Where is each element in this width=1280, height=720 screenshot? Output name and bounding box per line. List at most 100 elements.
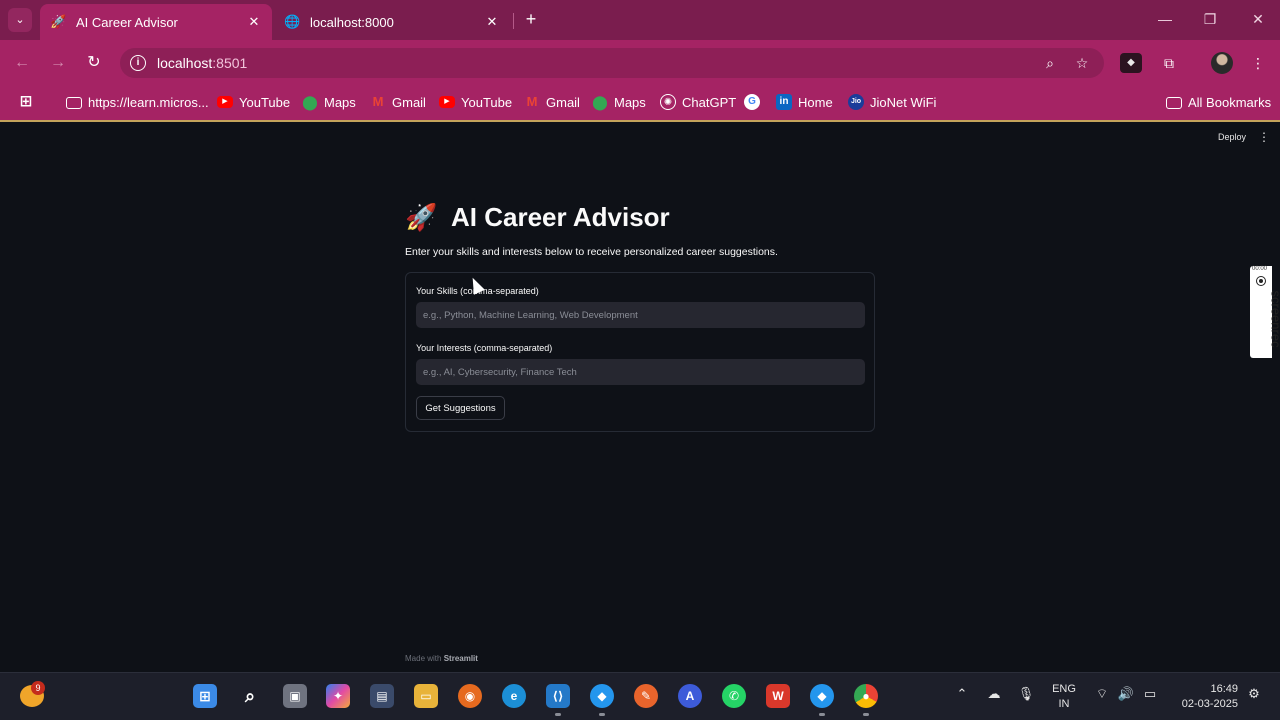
copilot-icon[interactable]: ✦ bbox=[326, 684, 350, 708]
rocket-icon: 🚀 bbox=[405, 202, 438, 232]
bookmark-label: Gmail bbox=[392, 94, 426, 110]
deploy-button[interactable]: Deploy bbox=[1212, 130, 1252, 144]
youtube-icon: ▶ bbox=[439, 96, 455, 108]
bookmark-chatgpt[interactable]: ✺ ChatGPT bbox=[660, 92, 736, 112]
zoom-search-icon[interactable]: ⌕ bbox=[1040, 53, 1060, 73]
start-windows-icon[interactable]: ⊞ bbox=[193, 684, 217, 708]
wifi-icon[interactable]: ⌔ bbox=[1092, 686, 1112, 702]
tab-divider bbox=[513, 13, 514, 29]
bookmark-linkedin[interactable]: in Home bbox=[776, 92, 833, 112]
folder-icon bbox=[1166, 97, 1182, 109]
bookmark-youtube[interactable]: ▶ YouTube bbox=[217, 92, 290, 112]
screenrec-label: screenrec bbox=[1268, 290, 1280, 348]
back-arrow-icon[interactable]: ← bbox=[10, 51, 34, 75]
page-subtitle: Enter your skills and interests below to… bbox=[405, 246, 778, 258]
bookmark-label: ChatGPT bbox=[682, 94, 737, 110]
maps-icon: ⬤ bbox=[592, 94, 608, 110]
tab-search-button[interactable]: ⌄ bbox=[8, 8, 32, 32]
language-indicator[interactable]: ENG IN bbox=[1051, 682, 1077, 712]
bookmark-maps[interactable]: ⬤ Maps bbox=[302, 92, 356, 112]
globe-icon: 🌐 bbox=[284, 14, 301, 29]
docker-desktop-icon[interactable]: ◆ bbox=[810, 684, 834, 708]
apps-grid-icon[interactable]: ⊞ bbox=[18, 92, 40, 112]
notification-center-icon[interactable]: ⚙ bbox=[1244, 686, 1264, 702]
tab-ai-career-advisor[interactable]: 🚀 AI Career Advisor ✕ bbox=[40, 4, 272, 40]
bookmark-label: YouTube bbox=[461, 94, 513, 110]
interests-label: Your Interests (comma-separated) bbox=[416, 343, 553, 353]
clock-time: 16:49 bbox=[1210, 683, 1238, 695]
postman-icon[interactable]: ✎ bbox=[634, 684, 658, 708]
bookmark-youtube-2[interactable]: ▶ YouTube bbox=[439, 92, 512, 112]
footer: Made with Streamlit bbox=[405, 654, 478, 663]
extensions-puzzle-icon[interactable]: ⧉ bbox=[1157, 51, 1181, 75]
file-explorer-icon[interactable]: ▭ bbox=[414, 684, 438, 708]
volume-icon[interactable]: 🔊 bbox=[1116, 686, 1136, 702]
close-icon[interactable]: ✕ bbox=[246, 14, 262, 30]
folder-icon bbox=[66, 97, 82, 109]
gmail-icon: M bbox=[526, 94, 538, 109]
screenrec-timer: 00:00 bbox=[1252, 266, 1268, 272]
clock-date: 02-03-2025 bbox=[1181, 698, 1238, 710]
onedrive-icon[interactable]: ☁ bbox=[984, 686, 1004, 702]
maps-icon: ⬤ bbox=[302, 94, 318, 110]
store-icon[interactable]: ▤ bbox=[370, 684, 394, 708]
bookmark-folder[interactable]: https://learn.micros... bbox=[66, 92, 209, 112]
wps-office-icon[interactable]: W bbox=[766, 684, 790, 708]
search-icon[interactable]: ⌕ bbox=[238, 684, 262, 708]
address-url[interactable]: localhost:8501 bbox=[157, 55, 247, 71]
profile-avatar[interactable] bbox=[1211, 52, 1233, 74]
bookmark-label: Gmail bbox=[546, 94, 580, 110]
battery-icon[interactable]: ▭ bbox=[1140, 686, 1160, 702]
language-line2: IN bbox=[1058, 698, 1070, 710]
show-hidden-icons[interactable]: ⌃ bbox=[952, 686, 972, 702]
page-header: 🚀 AI Career Advisor bbox=[405, 198, 670, 236]
chatgpt-icon: ✺ bbox=[660, 94, 676, 110]
tab-title: AI Career Advisor bbox=[76, 14, 178, 30]
streamlit-link[interactable]: Streamlit bbox=[444, 654, 478, 663]
bookmark-gmail[interactable]: M Gmail bbox=[370, 92, 426, 112]
running-indicator bbox=[599, 713, 605, 716]
bookmark-jionet[interactable]: Jio JioNet WiFi bbox=[848, 92, 936, 112]
window-close-icon[interactable]: ✕ bbox=[1248, 8, 1268, 30]
url-host: localhost bbox=[157, 55, 213, 71]
new-tab-button[interactable]: + bbox=[520, 8, 542, 32]
close-icon[interactable]: ✕ bbox=[484, 14, 500, 30]
get-suggestions-button[interactable]: Get Suggestions bbox=[416, 396, 505, 420]
forward-arrow-icon[interactable]: → bbox=[46, 51, 70, 75]
extension-icon[interactable]: ◆ bbox=[1120, 53, 1142, 73]
firefox-icon[interactable]: ◉ bbox=[458, 684, 482, 708]
restore-icon[interactable]: ❐ bbox=[1200, 8, 1220, 30]
menu-kebab-icon[interactable]: ⋮ bbox=[1246, 51, 1270, 75]
reload-icon[interactable]: ↻ bbox=[82, 51, 106, 75]
bookmark-maps-2[interactable]: ⬤ Maps bbox=[592, 92, 646, 112]
tab-title: localhost:8000 bbox=[310, 14, 394, 30]
app-a-icon[interactable]: A bbox=[678, 684, 702, 708]
docker-icon[interactable]: ◆ bbox=[590, 684, 614, 708]
bookmark-star-icon[interactable]: ☆ bbox=[1072, 53, 1092, 73]
chrome-icon[interactable]: ● bbox=[854, 684, 878, 708]
main-menu-icon[interactable]: ⋮ bbox=[1258, 130, 1270, 144]
notification-badge: 9 bbox=[31, 681, 45, 695]
clock[interactable]: 16:49 02-03-2025 bbox=[1172, 682, 1238, 712]
youtube-icon: ▶ bbox=[217, 96, 233, 108]
vscode-icon[interactable]: ⟨⟩ bbox=[546, 684, 570, 708]
whatsapp-icon[interactable]: ✆ bbox=[722, 684, 746, 708]
tab-localhost-8000[interactable]: 🌐 localhost:8000 ✕ bbox=[274, 4, 510, 40]
site-info-icon[interactable]: i bbox=[130, 55, 146, 71]
microphone-icon[interactable]: 🎙 bbox=[1016, 686, 1036, 702]
address-bar[interactable] bbox=[120, 48, 1104, 78]
minimize-icon[interactable]: — bbox=[1155, 8, 1175, 30]
running-indicator bbox=[819, 713, 825, 716]
interests-input[interactable] bbox=[416, 359, 865, 385]
all-bookmarks-label: All Bookmarks bbox=[1188, 94, 1272, 110]
bookmark-label: Maps bbox=[614, 94, 646, 110]
task-view-icon[interactable]: ▣ bbox=[283, 684, 307, 708]
edge-icon[interactable]: e bbox=[502, 684, 526, 708]
bookmark-gmail-2[interactable]: M Gmail bbox=[524, 92, 580, 112]
all-bookmarks[interactable]: All Bookmarks bbox=[1166, 92, 1271, 112]
bookmark-google[interactable]: G bbox=[744, 92, 766, 112]
skills-input[interactable] bbox=[416, 302, 865, 328]
bookmark-label: YouTube bbox=[239, 94, 291, 110]
footer-prefix: Made with bbox=[405, 654, 442, 663]
record-icon[interactable] bbox=[1257, 277, 1265, 285]
